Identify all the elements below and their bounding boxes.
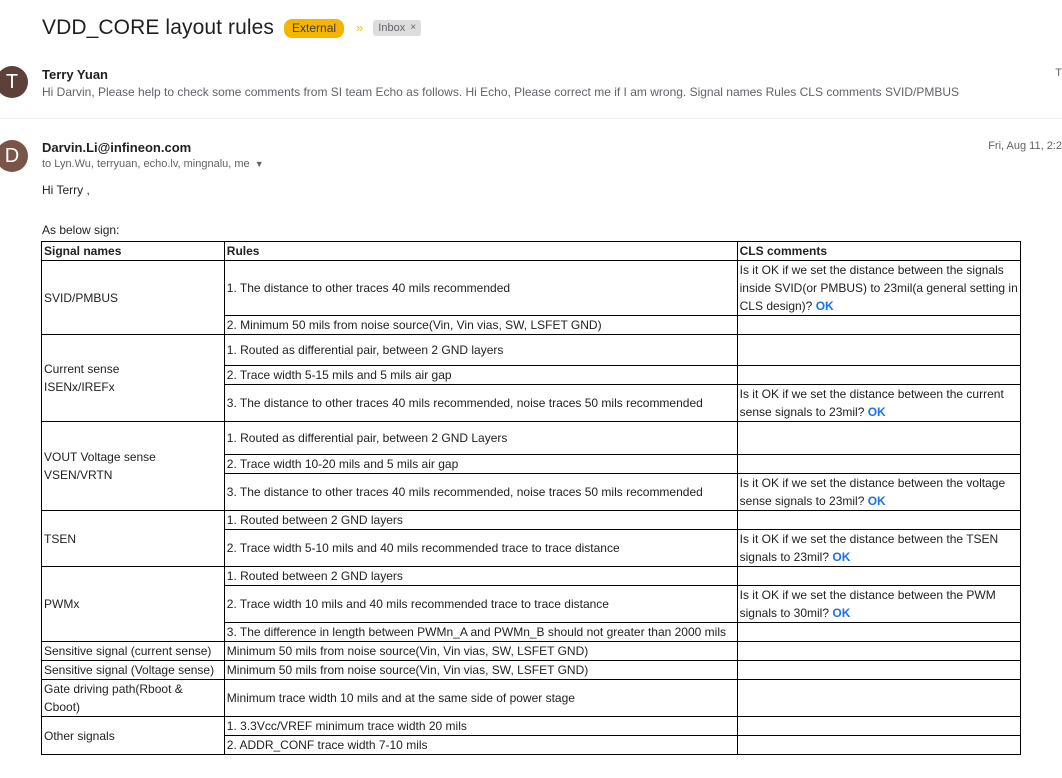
signal-name-cell: TSEN [41,510,225,567]
message-divider [0,118,1062,119]
sender-email[interactable]: Darvin.Li@infineon.com [42,140,191,155]
header-cls-comments: CLS comments [736,241,1022,261]
rule-cell: Minimum trace width 10 mils and at the s… [223,679,738,717]
rule-cell: 2. Minimum 50 mils from noise source(Vin… [223,315,738,335]
comment-cell [736,421,1022,455]
rule-cell: 2. Trace width 10 mils and 40 mils recom… [223,585,738,623]
rule-cell: 3. The difference in length between PWMn… [223,622,738,642]
greeting: Hi Terry , [42,183,90,197]
signal-name-cell: Gate driving path(Rboot & Cboot) [41,679,225,717]
timestamp: T [1055,67,1062,79]
comment-cell [736,622,1022,642]
rule-cell: Minimum 50 mils from noise source(Vin, V… [223,641,738,661]
rule-cell: 2. Trace width 5-10 mils and 40 mils rec… [223,529,738,567]
header-signal-names: Signal names [41,241,225,261]
comment-cell [736,660,1022,680]
inbox-label: Inbox × [373,20,422,36]
table-row: PWMx 1. Routed between 2 GND layers [41,566,1022,642]
rule-cell: 3. The distance to other traces 40 mils … [223,384,738,422]
rule-cell: 1. 3.3Vcc/VREF minimum trace width 20 mi… [223,716,738,736]
rule-cell: 1. Routed between 2 GND layers [223,566,738,586]
recipients-text: to Lyn.Wu, terryuan, echo.lv, mingnalu, … [42,158,250,170]
avatar[interactable]: T [0,66,28,98]
signal-name-cell: PWMx [41,566,225,642]
rule-cell: 2. ADDR_CONF trace width 7-10 mils [223,735,738,755]
rule-cell: Minimum 50 mils from noise source(Vin, V… [223,660,738,680]
rule-cell: 1. The distance to other traces 40 mils … [223,260,738,316]
avatar[interactable]: D [0,140,28,172]
intro-text: As below sign: [42,223,120,237]
recipients[interactable]: to Lyn.Wu, terryuan, echo.lv, mingnalu, … [42,158,264,170]
signal-name-cell: Other signals [41,716,225,755]
table-row: Other signals 1. 3.3Vcc/VREF minimum tra… [41,716,1022,755]
table-header-row: Signal names Rules CLS comments [41,241,1022,261]
external-badge: External [284,18,345,38]
remove-label-icon[interactable]: × [410,21,416,35]
comment-cell [736,716,1022,736]
signal-name-cell: Sensitive signal (Voltage sense) [41,660,225,680]
rule-cell: 1. Routed as differential pair, between … [223,334,738,366]
rule-cell: 2. Trace width 10-20 mils and 5 mils air… [223,454,738,474]
comment-cell: Is it OK if we set the distance between … [736,529,1022,567]
table-row: Sensitive signal (Voltage sense) Minimum… [41,660,1022,680]
comment-cell: Is it OK if we set the distance between … [736,473,1022,511]
rules-table: Signal names Rules CLS comments SVID/PMB… [41,241,1022,755]
signal-name-cell: SVID/PMBUS [41,260,225,335]
comment-text: Is it OK if we set the distance between … [739,263,1018,313]
comment-cell [736,679,1022,717]
signal-name-line: VSEN/VRTN [44,468,113,482]
comment-cell [736,315,1022,335]
ok-text: OK [815,299,834,313]
comment-cell [736,566,1022,586]
comment-text: Is it OK if we set the distance between … [739,588,996,620]
message-date: Fri, Aug 11, 2:2 [988,140,1062,152]
signal-name-line: ISENx/IREFx [44,380,115,394]
signal-name-cell: VOUT Voltage sense VSEN/VRTN [41,421,225,511]
comment-cell [736,365,1022,385]
table-row: Sensitive signal (current sense) Minimum… [41,641,1022,661]
subject-row: VDD_CORE layout rules External » Inbox × [42,14,422,42]
table-row: TSEN 1. Routed between 2 GND layers [41,510,1022,567]
comment-cell [736,641,1022,661]
ok-text: OK [832,606,851,620]
ok-text: OK [867,494,886,508]
comment-cell [736,510,1022,530]
comment-cell [736,735,1022,755]
show-details-icon[interactable]: ▼ [255,159,264,169]
sender-name[interactable]: Terry Yuan [42,67,108,82]
comment-cell [736,334,1022,366]
rule-cell: 3. The distance to other traces 40 mils … [223,473,738,511]
table-row: VOUT Voltage sense VSEN/VRTN 1. Routed as… [41,421,1022,511]
importance-marker-icon[interactable]: » [356,21,363,35]
rule-cell: 1. Routed between 2 GND layers [223,510,738,530]
comment-cell [736,454,1022,474]
comment-cell: Is it OK if we set the distance between … [736,585,1022,623]
signal-name-cell: Sensitive signal (current sense) [41,641,225,661]
signal-name-line: Current sense [44,362,120,376]
rule-cell: 1. Routed as differential pair, between … [223,421,738,455]
table-row: Current sense ISENx/IREFx 1. Routed as di… [41,334,1022,422]
signal-name-line: VOUT Voltage sense [44,450,156,464]
ok-text: OK [867,405,886,419]
ok-text: OK [832,550,851,564]
inbox-label-text: Inbox [378,22,406,34]
comment-cell: Is it OK if we set the distance between … [736,384,1022,422]
comment-text: Is it OK if we set the distance between … [739,532,999,564]
rule-cell: 2. Trace width 5-15 mils and 5 mils air … [223,365,738,385]
message-snippet[interactable]: Hi Darvin, Please help to check some com… [42,85,959,99]
email-subject: VDD_CORE layout rules [42,16,275,39]
comment-cell: Is it OK if we set the distance between … [736,260,1022,316]
signal-name-cell: Current sense ISENx/IREFx [41,334,225,422]
header-rules: Rules [223,241,738,261]
table-row: SVID/PMBUS 1. The distance to other trac… [41,260,1022,335]
table-row: Gate driving path(Rboot & Cboot) Minimum… [41,679,1022,717]
